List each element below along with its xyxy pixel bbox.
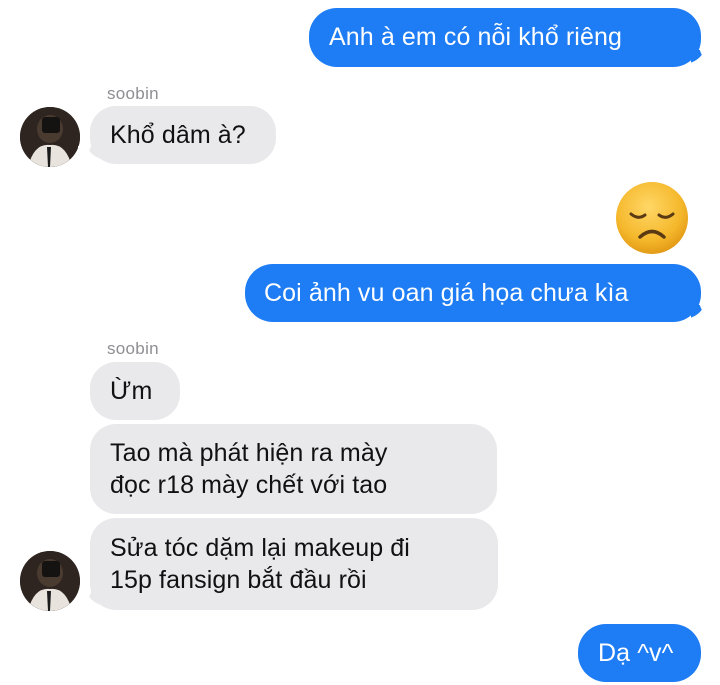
sender-avatar[interactable] xyxy=(20,107,80,167)
disappointed-face-icon xyxy=(616,182,688,254)
received-message-bubble[interactable]: Ừm xyxy=(90,362,180,420)
message-text: Khổ dâm à? xyxy=(110,121,246,149)
bubble-tail xyxy=(691,50,713,70)
avatar-photo-icon xyxy=(20,107,80,167)
message-text: Ừm xyxy=(110,377,153,405)
bubble-tail xyxy=(78,592,100,612)
sent-message-bubble[interactable]: Coi ảnh vu oan giá họa chưa kìa xyxy=(245,264,701,322)
message-text: Dạ ^v^ xyxy=(598,639,674,667)
received-message-bubble[interactable]: Tao mà phát hiện ra mày đọc r18 mày chết… xyxy=(90,424,497,514)
received-message-bubble[interactable]: Sửa tóc dặm lại makeup đi 15p fansign bắ… xyxy=(90,518,498,610)
sent-message-bubble[interactable]: Dạ ^v^ xyxy=(578,624,701,682)
sender-avatar[interactable] xyxy=(20,551,80,611)
message-text: Anh à em có nỗi khổ riêng xyxy=(329,23,622,51)
bubble-tail xyxy=(78,146,100,166)
received-message-bubble[interactable]: Khổ dâm à? xyxy=(90,106,276,164)
disappointed-face-emoji[interactable] xyxy=(614,180,690,261)
sender-name: soobin xyxy=(107,84,159,103)
message-text-line: Sửa tóc dặm lại makeup đi xyxy=(110,534,410,562)
message-text-line: đọc r18 mày chết với tao xyxy=(110,471,388,499)
avatar-photo-icon xyxy=(20,551,80,611)
message-text-line: Tao mà phát hiện ra mày xyxy=(110,439,388,467)
message-text-line: 15p fansign bắt đầu rồi xyxy=(110,566,367,594)
sender-name: soobin xyxy=(107,339,159,358)
sent-message-bubble[interactable]: Anh à em có nỗi khổ riêng xyxy=(309,8,701,67)
bubble-tail xyxy=(691,305,713,325)
message-text: Coi ảnh vu oan giá họa chưa kìa xyxy=(264,279,629,307)
